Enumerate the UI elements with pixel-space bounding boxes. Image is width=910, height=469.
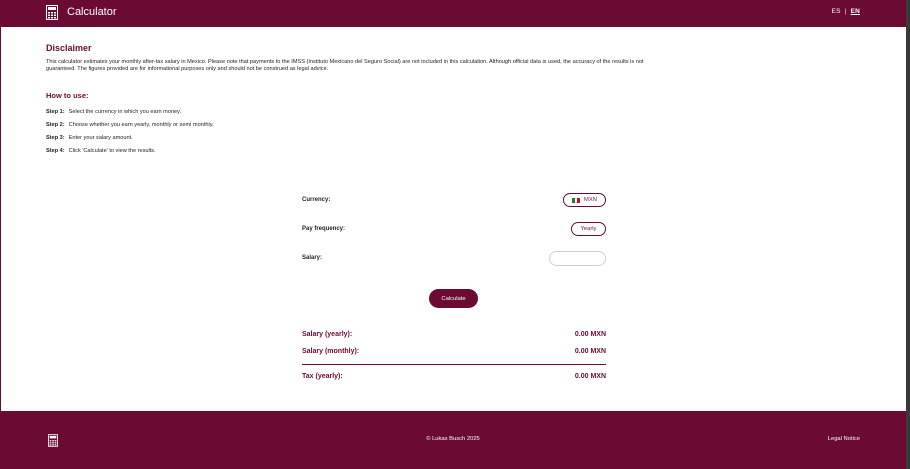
result-monthly-label: Salary (monthly): bbox=[302, 348, 360, 355]
frequency-select[interactable]: Yearly bbox=[571, 222, 606, 236]
steps-list: Step 1: Select the currency in which you … bbox=[46, 109, 214, 161]
window-border-left bbox=[0, 0, 1, 469]
salary-input[interactable] bbox=[549, 251, 606, 266]
frequency-label: Pay frequency: bbox=[302, 226, 346, 232]
currency-label: Currency: bbox=[302, 197, 331, 203]
salary-label: Salary: bbox=[302, 255, 323, 261]
disclaimer-heading: Disclaimer bbox=[46, 43, 92, 53]
step-text: Enter your salary amount. bbox=[68, 135, 133, 141]
result-monthly-row: Salary (monthly): 0.00 MXN bbox=[302, 348, 606, 355]
lang-en-link[interactable]: EN bbox=[851, 8, 860, 15]
result-monthly-value: 0.00 MXN bbox=[574, 348, 606, 355]
copyright-text: © Lukas Busch 2025 bbox=[426, 436, 480, 442]
step-label: Step 2: bbox=[46, 122, 65, 128]
result-yearly-row: Salary (yearly): 0.00 MXN bbox=[302, 331, 606, 338]
app-title: Calculator bbox=[67, 6, 117, 18]
calculator-icon[interactable] bbox=[46, 5, 58, 20]
top-bar: Calculator ES | EN bbox=[0, 0, 906, 27]
mexico-flag-icon bbox=[572, 197, 581, 203]
step-item: Step 1: Select the currency in which you … bbox=[46, 109, 214, 122]
step-text: Select the currency in which you earn mo… bbox=[68, 109, 182, 115]
frequency-row: Pay frequency: Yearly bbox=[302, 222, 606, 238]
result-tax-label: Tax (yearly): bbox=[302, 373, 343, 380]
currency-select[interactable]: MXN bbox=[563, 193, 606, 207]
window-border-right bbox=[906, 0, 910, 469]
result-tax-row: Tax (yearly): 0.00 MXN bbox=[302, 373, 606, 380]
step-item: Step 2: Choose whether you earn yearly, m… bbox=[46, 122, 214, 135]
disclaimer-text: This calculator estimates your monthly a… bbox=[46, 59, 644, 72]
step-text: Choose whether you earn yearly, monthly … bbox=[68, 122, 214, 128]
step-item: Step 3: Enter your salary amount. bbox=[46, 135, 214, 148]
currency-value: MXN bbox=[584, 197, 597, 203]
result-tax-value: 0.00 MXN bbox=[574, 373, 606, 380]
lang-separator: | bbox=[844, 8, 847, 15]
step-text: Click 'Calculate' to view the results. bbox=[68, 148, 156, 154]
result-yearly-label: Salary (yearly): bbox=[302, 331, 353, 338]
howto-heading: How to use: bbox=[46, 91, 89, 100]
language-switcher: ES | EN bbox=[832, 8, 860, 15]
step-label: Step 1: bbox=[46, 109, 65, 115]
salary-row: Salary: bbox=[302, 251, 606, 267]
calculate-button[interactable]: Calculate bbox=[429, 289, 478, 308]
legal-notice-link[interactable]: Legal Notice bbox=[828, 436, 860, 442]
lang-es-link[interactable]: ES bbox=[832, 8, 841, 15]
step-label: Step 4: bbox=[46, 148, 65, 154]
step-label: Step 3: bbox=[46, 135, 65, 141]
frequency-value: Yearly bbox=[580, 226, 597, 232]
step-item: Step 4: Click 'Calculate' to view the res… bbox=[46, 148, 214, 161]
currency-row: Currency: MXN bbox=[302, 193, 606, 209]
result-yearly-value: 0.00 MXN bbox=[574, 331, 606, 338]
footer: © Lukas Busch 2025 Legal Notice bbox=[0, 411, 906, 469]
results-divider bbox=[302, 364, 606, 365]
